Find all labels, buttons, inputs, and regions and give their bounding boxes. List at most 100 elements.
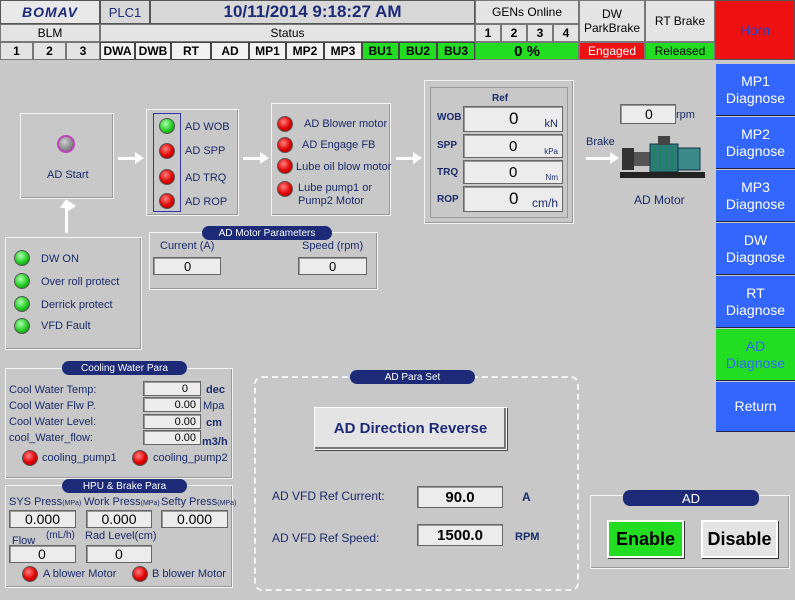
blm-1[interactable]: 1 bbox=[0, 42, 33, 60]
mp1-diagnose-button[interactable]: MP1 Diagnose bbox=[716, 64, 795, 116]
cool-flow-value: 0.00 bbox=[174, 431, 196, 444]
status-tab-mp1[interactable]: MP1 bbox=[249, 42, 286, 60]
ad-blower-motor-label: AD Blower motor bbox=[304, 118, 388, 130]
vfd-ref-speed-field[interactable]: 1500.0 bbox=[417, 524, 503, 546]
logo-text: BOMAV bbox=[21, 4, 79, 20]
status-tab-dwa[interactable]: DWA bbox=[100, 42, 135, 60]
plc-label: PLC1 bbox=[100, 0, 150, 24]
status-tab-bu1[interactable]: BU1 bbox=[362, 42, 399, 60]
rad-level-label: Rad Level(cm) bbox=[85, 530, 157, 542]
derrick-protect-label: Derrick protect bbox=[41, 299, 113, 311]
rad-level-field: 0 bbox=[86, 545, 152, 563]
ref-trq-label: TRQ bbox=[437, 167, 459, 178]
ref-trq-value: 0 bbox=[509, 163, 518, 181]
sys-press-label-text: SYS Press bbox=[9, 496, 63, 508]
horn-button[interactable]: Horn bbox=[715, 0, 795, 60]
ref-rop-unit: cm/h bbox=[531, 196, 558, 210]
ref-spp-unit: kPa bbox=[544, 147, 558, 156]
status-tab-mp3[interactable]: MP3 bbox=[324, 42, 362, 60]
ref-rop-value: 0 bbox=[509, 189, 519, 208]
cool-flow-unit: m3/h bbox=[202, 436, 228, 448]
derrick-protect-lamp bbox=[14, 296, 30, 312]
ref-wob-value: 0 bbox=[509, 109, 519, 128]
ad-wob-lamp bbox=[159, 118, 175, 134]
work-press-label-text: Work Press bbox=[84, 496, 141, 508]
ad-direction-reverse-label: AD Direction Reverse bbox=[333, 420, 488, 437]
ad-diagnose-button[interactable]: AD Diagnose bbox=[716, 329, 795, 381]
cooling-pump2-lamp bbox=[132, 450, 148, 466]
dw-parkbrake-status: Engaged bbox=[579, 42, 645, 60]
hpu-title: HPU & Brake Para bbox=[62, 479, 187, 493]
cool-flw-p-field: 0.00 bbox=[143, 397, 201, 412]
flow-value: 0 bbox=[38, 546, 46, 562]
ad-engage-fb-label: AD Engage FB bbox=[302, 139, 376, 151]
vfd-ref-current-field[interactable]: 90.0 bbox=[417, 486, 503, 508]
ad-rop-label: AD ROP bbox=[185, 196, 228, 208]
ad-blower-motor-lamp bbox=[277, 116, 293, 132]
vfd-fault-label: VFD Fault bbox=[41, 320, 91, 332]
status-tab-dwb[interactable]: DWB bbox=[135, 42, 171, 60]
blm-2[interactable]: 2 bbox=[33, 42, 66, 60]
ref-spp-label: SPP bbox=[437, 140, 458, 151]
ad-start-panel bbox=[20, 113, 114, 199]
blm-label: BLM bbox=[0, 24, 100, 42]
ad-direction-reverse-button[interactable]: AD Direction Reverse bbox=[314, 407, 507, 450]
rt-diagnose-button[interactable]: RT Diagnose bbox=[716, 276, 795, 328]
ref-wob-label: WOB bbox=[437, 112, 462, 123]
a-blower-motor-label: A blower Motor bbox=[43, 568, 117, 580]
current-field: 0 bbox=[153, 257, 221, 275]
sys-press-label: SYS Press(MPa) bbox=[9, 496, 81, 508]
status-tab-bu3[interactable]: BU3 bbox=[437, 42, 475, 60]
vfd-ref-current-value: 90.0 bbox=[445, 488, 475, 506]
flow-unit: (mL/h) bbox=[46, 530, 75, 541]
ref-spp-value: 0 bbox=[509, 137, 518, 155]
vfd-ref-current-unit: A bbox=[522, 490, 531, 504]
sefty-press-unit: (MPa) bbox=[217, 500, 237, 507]
ad-control-title: AD bbox=[623, 490, 759, 506]
status-label: Status bbox=[100, 24, 475, 42]
status-tab-mp2[interactable]: MP2 bbox=[286, 42, 324, 60]
rt-brake-status: Released bbox=[645, 42, 715, 60]
brake-label: Brake bbox=[586, 136, 615, 148]
sefty-press-value: 0.000 bbox=[176, 511, 213, 527]
ad-wob-label: AD WOB bbox=[185, 121, 230, 133]
arrow-checks-to-motors bbox=[243, 152, 269, 164]
gen-3[interactable]: 3 bbox=[527, 24, 553, 42]
cool-flw-p-unit: Mpa bbox=[203, 400, 225, 412]
logo: BOMAV bbox=[0, 0, 100, 24]
cooling-pump1-lamp bbox=[22, 450, 38, 466]
dw-on-lamp bbox=[14, 250, 30, 266]
work-press-value: 0.000 bbox=[101, 511, 137, 527]
motor-rpm-unit: rpm bbox=[676, 109, 695, 121]
gen-4[interactable]: 4 bbox=[553, 24, 579, 42]
ref-title: Ref bbox=[492, 93, 509, 104]
a-blower-motor-lamp bbox=[22, 566, 38, 582]
dw-diagnose-button[interactable]: DW Diagnose bbox=[716, 223, 795, 275]
status-tab-bu2[interactable]: BU2 bbox=[399, 42, 437, 60]
vfd-ref-speed-unit: RPM bbox=[515, 531, 540, 543]
disable-button[interactable]: Disable bbox=[701, 520, 778, 558]
ref-rop-field: 0 cm/h bbox=[463, 186, 563, 212]
ad-trq-lamp bbox=[159, 169, 175, 185]
ad-engage-fb-lamp bbox=[277, 137, 293, 153]
blm-3[interactable]: 3 bbox=[66, 42, 100, 60]
enable-button[interactable]: Enable bbox=[607, 520, 684, 558]
over-roll-protect-lamp bbox=[14, 273, 30, 289]
gen-1[interactable]: 1 bbox=[475, 24, 501, 42]
mp3-diagnose-button[interactable]: MP3 Diagnose bbox=[716, 170, 795, 222]
status-tab-ad[interactable]: AD bbox=[211, 42, 249, 60]
ref-trq-unit: Nm bbox=[545, 173, 558, 182]
ref-trq-field: 0 Nm bbox=[463, 160, 563, 184]
speed-label: Speed (rpm) bbox=[302, 240, 364, 252]
mp2-diagnose-button[interactable]: MP2 Diagnose bbox=[716, 117, 795, 169]
cool-level-label: Cool Water Level: bbox=[9, 416, 97, 428]
enable-label: Enable bbox=[615, 528, 676, 549]
gen-2[interactable]: 2 bbox=[501, 24, 527, 42]
return-button[interactable]: Return bbox=[716, 382, 795, 432]
vfd-ref-speed-value: 1500.0 bbox=[437, 526, 483, 544]
motor-rpm-field: 0 bbox=[620, 104, 676, 124]
speed-field: 0 bbox=[298, 257, 367, 275]
status-tab-rt[interactable]: RT bbox=[171, 42, 211, 60]
cool-temp-unit: dec bbox=[206, 384, 225, 396]
ad-motor-label: AD Motor bbox=[634, 193, 685, 207]
